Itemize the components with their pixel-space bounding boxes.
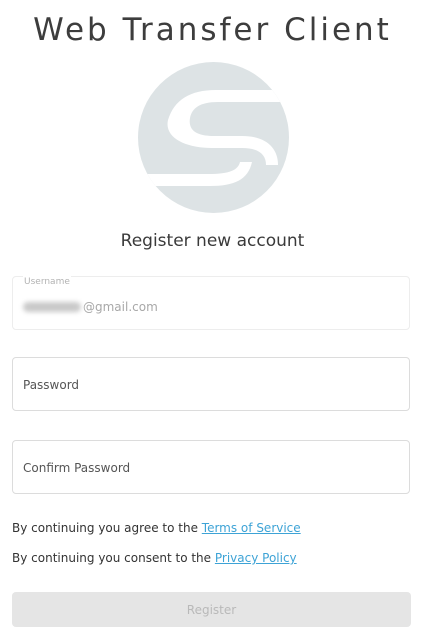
confirm-password-field-container[interactable] [12, 440, 410, 494]
confirm-password-input[interactable] [23, 459, 393, 477]
username-field[interactable]: Username @gmail.com [12, 276, 410, 330]
redacted-email-prefix [23, 302, 81, 312]
privacy-policy-link[interactable]: Privacy Policy [215, 551, 297, 565]
username-value[interactable]: @gmail.com [23, 299, 158, 315]
register-button[interactable]: Register [12, 592, 411, 627]
terms-consent: By continuing you agree to the Terms of … [12, 520, 301, 536]
privacy-prefix: By continuing you consent to the [12, 551, 212, 565]
password-field-container[interactable] [12, 357, 410, 411]
terms-of-service-link[interactable]: Terms of Service [202, 521, 301, 535]
form-heading: Register new account [120, 231, 305, 251]
privacy-consent: By continuing you consent to the Privacy… [12, 550, 297, 566]
password-input[interactable] [23, 376, 393, 394]
username-label: Username [23, 276, 71, 288]
app-title: Web Transfer Client [33, 12, 392, 48]
s-logo-icon [138, 62, 289, 213]
terms-prefix: By continuing you agree to the [12, 521, 198, 535]
username-value-suffix: @gmail.com [83, 300, 158, 314]
